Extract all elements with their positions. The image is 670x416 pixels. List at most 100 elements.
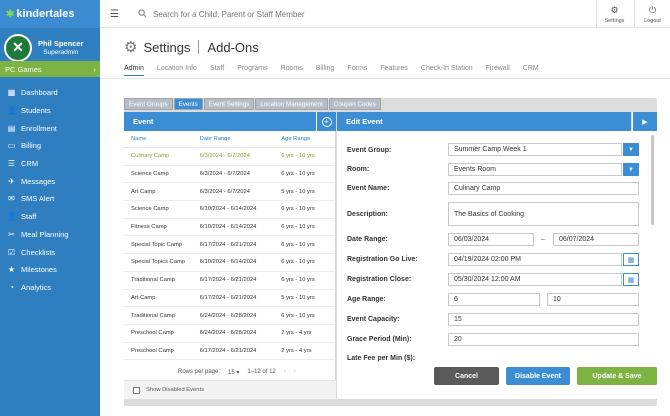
sidebar-item-billing[interactable]: ▭ Billing bbox=[0, 137, 100, 155]
tab-features[interactable]: Features bbox=[380, 65, 408, 76]
table-row[interactable]: Culinary Camp 6/3/2024 - 6/7/2024 6 yrs - … bbox=[124, 148, 335, 166]
age-range-cell: 6 yrs - 10 yrs bbox=[281, 277, 315, 284]
sidebar-item-analytics[interactable]: ◔ Analytics bbox=[0, 279, 100, 297]
table-row[interactable]: Art Camp 6/3/2024 - 6/7/2024 5 yrs - 10 yr… bbox=[124, 183, 335, 202]
column-date-range[interactable]: Date Range bbox=[200, 136, 282, 142]
grace-period-field[interactable]: 20 bbox=[448, 333, 639, 346]
calendar-icon[interactable]: ▦ bbox=[623, 253, 639, 266]
panel-tab-event-groups[interactable]: Event Groups bbox=[124, 98, 173, 110]
next-page-icon[interactable]: › bbox=[294, 369, 296, 375]
panel-tab-events[interactable]: Events bbox=[173, 98, 203, 110]
sidebar-item-meal-planning[interactable]: ✂ Meal Planning bbox=[0, 226, 100, 244]
table-row[interactable]: Special Topic Camp 6/17/2024 - 6/21/2024 6… bbox=[124, 236, 335, 255]
tab-staff[interactable]: Staff bbox=[210, 65, 224, 76]
disable-event-button[interactable]: Disable Event bbox=[506, 367, 570, 385]
sidebar-item-milestones[interactable]: ★ Milestones bbox=[0, 261, 100, 279]
event-group-select[interactable]: Summer Camp Week 1 bbox=[448, 143, 622, 156]
tab-rooms[interactable]: Rooms bbox=[281, 65, 303, 76]
tab-billing[interactable]: Billing bbox=[316, 65, 335, 76]
column-name[interactable]: Name bbox=[124, 136, 200, 142]
tab-location-info[interactable]: Location Info bbox=[157, 65, 197, 76]
reg-close-field[interactable]: 05/30/2024 12:00 AM bbox=[448, 273, 622, 286]
sidebar-item-messages[interactable]: ✈ Messages bbox=[0, 172, 100, 190]
logo-bar: ✱ kindertales bbox=[0, 0, 100, 28]
settings-button[interactable]: ⚙ Settings bbox=[596, 0, 632, 28]
cancel-button[interactable]: Cancel bbox=[434, 367, 499, 385]
update-save-button[interactable]: Update & Save bbox=[577, 367, 657, 385]
user-name: Phil Spencer bbox=[38, 39, 84, 48]
panel-tab-event-settings[interactable]: Event Settings bbox=[203, 98, 255, 110]
settings-tabs: Admin Location Info Staff Programs Rooms Bill… bbox=[124, 65, 539, 76]
room-select[interactable]: Events Room bbox=[448, 163, 622, 176]
table-row[interactable]: Fitness Camp 6/10/2024 - 6/14/2024 6 yrs -… bbox=[124, 219, 335, 237]
sidebar-item-enrollment[interactable]: ▤ Enrollment bbox=[0, 119, 100, 137]
age-max-field[interactable]: 10 bbox=[547, 293, 639, 306]
search-input[interactable] bbox=[153, 10, 353, 19]
table-row[interactable]: Preschool Camp 6/24/2024 - 6/28/2024 2 yrs… bbox=[124, 325, 335, 343]
table-row[interactable]: Special Topics Camp 6/10/2024 - 6/14/2024… bbox=[124, 254, 335, 272]
tab-firewall[interactable]: Firewall bbox=[486, 65, 510, 76]
rows-per-page-select[interactable]: 15 ▾ bbox=[228, 369, 239, 376]
sidebar-item-dashboard[interactable]: ▦ Dashboard bbox=[0, 84, 100, 102]
table-row[interactable]: Science Camp 6/10/2024 - 6/14/2024 6 yrs -… bbox=[124, 201, 335, 219]
sidebar-item-crm[interactable]: ☰ CRM bbox=[0, 155, 100, 173]
show-disabled-checkbox[interactable] bbox=[133, 386, 140, 394]
calendar-icon[interactable]: ▦ bbox=[623, 273, 639, 286]
age-min-field[interactable]: 6 bbox=[448, 293, 540, 306]
panel-tab-coupon-codes[interactable]: Coupon Codes bbox=[328, 98, 381, 110]
prev-page-icon[interactable]: ‹ bbox=[284, 369, 286, 375]
age-range-cell: 6 yrs - 10 yrs bbox=[281, 259, 315, 266]
collapse-panel-icon[interactable]: ▶ bbox=[632, 112, 657, 131]
crm-icon: ☰ bbox=[7, 159, 16, 169]
date-range-cell: 6/17/2024 - 6/21/2024 bbox=[199, 347, 257, 354]
event-name-field[interactable]: Culinary Camp bbox=[448, 182, 639, 195]
age-range-cell: 6 yrs - 10 yrs bbox=[281, 153, 315, 160]
panel-tab-location-management[interactable]: Location Management bbox=[255, 98, 328, 110]
capacity-field[interactable]: 15 bbox=[448, 313, 639, 326]
pc-games-banner[interactable]: PC Games › bbox=[0, 61, 100, 77]
column-age-range[interactable]: Age Range bbox=[281, 136, 335, 142]
sidebar-item-staff[interactable]: 👤 Staff bbox=[0, 208, 100, 226]
page-header: ⚙ Settings Add-Ons bbox=[124, 38, 259, 56]
table-row[interactable]: Preschool Camp 6/17/2024 - 6/21/2024 2 yrs… bbox=[124, 343, 335, 361]
date-range-cell: 6/17/2024 - 6/21/2024 bbox=[199, 294, 257, 301]
reg-live-label: Registration Go Live: bbox=[347, 256, 418, 263]
event-group-dropdown-icon[interactable]: ▼ bbox=[623, 143, 639, 156]
enrollment-icon: ▤ bbox=[7, 123, 16, 133]
date-end-field[interactable]: 06/07/2024 bbox=[553, 233, 639, 246]
hamburger-menu-icon[interactable]: ☰ bbox=[110, 9, 119, 20]
reg-live-field[interactable]: 04/19/2024 02:00 PM bbox=[448, 253, 622, 266]
logout-button[interactable]: ⏻ Logout bbox=[634, 0, 670, 28]
sidebar-item-label: Meal Planning bbox=[21, 229, 69, 239]
sidebar-item-label: CRM bbox=[21, 159, 39, 169]
date-start-field[interactable]: 06/03/2024 bbox=[448, 233, 534, 246]
search-icon bbox=[138, 9, 147, 20]
event-name-label: Event Name: bbox=[347, 185, 390, 192]
show-disabled-toggle[interactable]: Show Disabled Events bbox=[124, 380, 336, 399]
tab-forms[interactable]: Forms bbox=[347, 65, 367, 76]
add-event-button[interactable]: + bbox=[316, 112, 336, 131]
age-range-cell: 6 yrs - 10 yrs bbox=[281, 241, 315, 248]
sidebar-item-checklists[interactable]: ☑ Checklists bbox=[0, 243, 100, 261]
form-scrollbar[interactable] bbox=[651, 135, 654, 225]
sidebar-item-students[interactable]: 👤 Students bbox=[0, 102, 100, 120]
room-dropdown-icon[interactable]: ▼ bbox=[623, 163, 639, 176]
tab-admin[interactable]: Admin bbox=[124, 65, 144, 76]
table-row[interactable]: Traditional Camp 6/17/2024 - 6/21/2024 6 y… bbox=[124, 272, 335, 290]
title-divider bbox=[198, 40, 200, 54]
app-logo[interactable]: ✱ kindertales bbox=[6, 8, 74, 20]
sidebar-item-sms-alert[interactable]: ✉ SMS Alert bbox=[0, 190, 100, 208]
event-group-label: Event Group: bbox=[347, 147, 392, 154]
user-profile[interactable]: ✕ Phil Spencer Superadmin bbox=[0, 32, 100, 63]
table-row[interactable]: Science Camp 6/3/2024 - 6/7/2024 6 yrs - 1… bbox=[124, 166, 335, 184]
divider bbox=[100, 78, 670, 79]
description-field[interactable]: The Basics of Cooking bbox=[448, 202, 639, 226]
age-range-cell: 6 yrs - 10 yrs bbox=[281, 206, 315, 213]
star-icon: ✱ bbox=[6, 8, 15, 20]
tab-check-in-station[interactable]: Check-In Station bbox=[421, 65, 473, 76]
table-row[interactable]: Traditional Camp 6/24/2024 - 6/28/2024 6 y… bbox=[124, 307, 335, 325]
age-range-cell: 6 yrs - 10 yrs bbox=[281, 312, 315, 319]
tab-crm[interactable]: CRM bbox=[523, 65, 539, 76]
table-row[interactable]: Art Camp 6/17/2024 - 6/21/2024 5 yrs - 10 … bbox=[124, 290, 335, 308]
tab-programs[interactable]: Programs bbox=[237, 65, 267, 76]
